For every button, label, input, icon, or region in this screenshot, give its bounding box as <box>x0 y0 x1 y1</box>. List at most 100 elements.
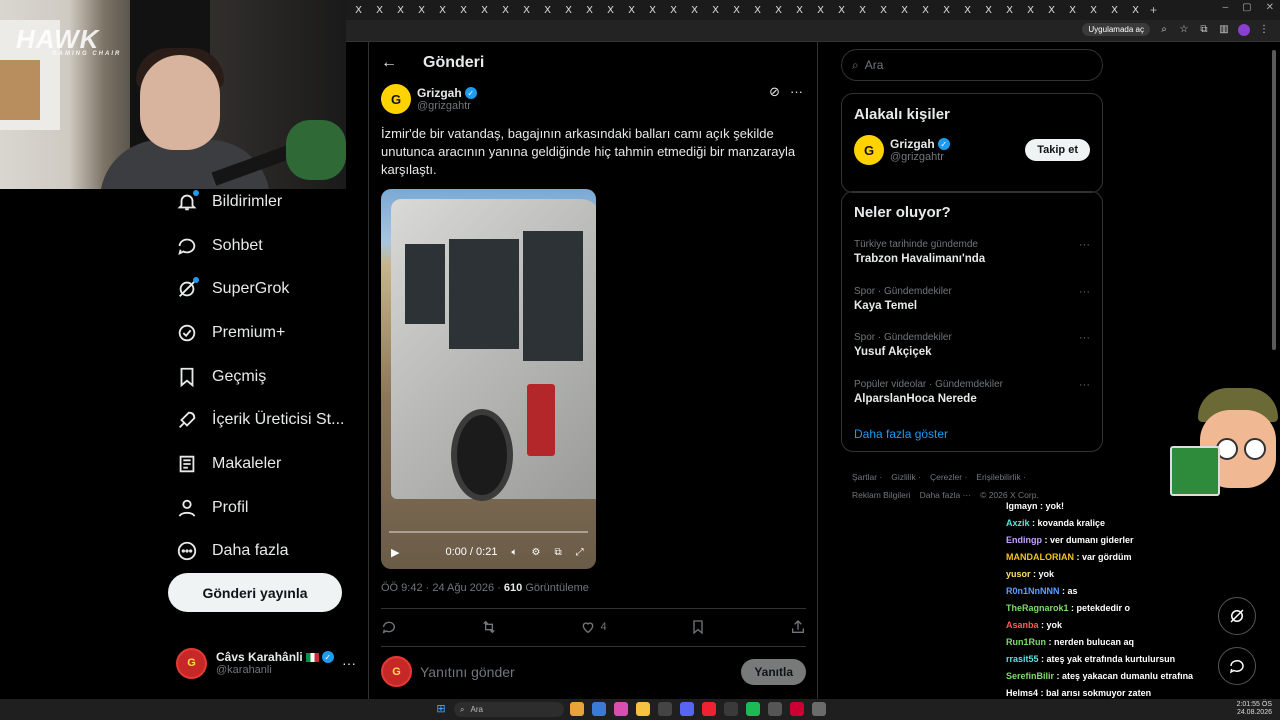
browser-tab[interactable]: X <box>957 2 978 18</box>
browser-tab[interactable]: X <box>1020 2 1041 18</box>
more-icon[interactable]: ··· <box>342 655 356 671</box>
nav-item[interactable]: Sohbet <box>168 224 358 268</box>
browser-tab[interactable]: X <box>1083 2 1104 18</box>
footer-link[interactable]: Daha fazla ··· <box>920 490 972 500</box>
browser-tab[interactable]: X <box>747 2 768 18</box>
chrome-icon[interactable] <box>570 702 584 716</box>
reply-action[interactable] <box>381 619 397 635</box>
trend-item[interactable]: Popüler videolar · Gündemdekiler Alparsla… <box>842 371 1102 418</box>
author-avatar[interactable]: G <box>381 84 411 114</box>
app-icon[interactable] <box>702 702 716 716</box>
menu-icon[interactable]: ⋮ <box>1258 24 1270 36</box>
post-button[interactable]: Gönderi yayınla <box>168 573 342 612</box>
browser-tab[interactable]: X <box>348 2 369 18</box>
follow-button[interactable]: Takip et <box>1025 139 1090 161</box>
explorer-icon[interactable] <box>636 702 650 716</box>
chat-username[interactable]: R0n1NnNNN <box>1006 586 1060 596</box>
browser-tab[interactable]: X <box>705 2 726 18</box>
app-icon[interactable] <box>614 702 628 716</box>
browser-tab[interactable]: X <box>831 2 852 18</box>
minimize-icon[interactable]: – <box>1223 2 1229 13</box>
browser-tab[interactable]: X <box>852 2 873 18</box>
browser-tab[interactable]: X <box>873 2 894 18</box>
page-scrollbar[interactable] <box>1272 50 1276 350</box>
reply-button[interactable]: Yanıtla <box>741 658 806 685</box>
author-name[interactable]: Grizgah <box>417 86 462 100</box>
chat-username[interactable]: yusor <box>1006 569 1031 579</box>
open-in-app-pill[interactable]: Uygulamada aç <box>1082 23 1150 36</box>
browser-tab[interactable]: X <box>1062 2 1083 18</box>
more-icon[interactable]: ··· <box>790 84 803 100</box>
chat-username[interactable]: MANDALORIAN <box>1006 552 1074 562</box>
footer-link[interactable]: Erişilebilirlik · <box>976 472 1026 482</box>
nav-item[interactable]: Geçmiş <box>168 355 358 399</box>
browser-tab[interactable]: X <box>453 2 474 18</box>
browser-tab[interactable]: X <box>726 2 747 18</box>
chat-username[interactable]: SerefinBilir <box>1006 671 1054 681</box>
browser-tab[interactable]: X <box>684 2 705 18</box>
app-icon[interactable] <box>658 702 672 716</box>
taskbar-search[interactable]: ⌕ Ara <box>454 702 564 717</box>
chat-username[interactable]: rrasit55 <box>1006 654 1039 664</box>
repost-action[interactable] <box>481 619 497 635</box>
browser-tab[interactable]: X <box>600 2 621 18</box>
back-arrow-icon[interactable]: ← <box>381 54 411 72</box>
nav-item[interactable]: Daha fazla <box>168 530 358 574</box>
new-tab-icon[interactable]: + <box>1150 3 1157 17</box>
browser-tab[interactable]: X <box>432 2 453 18</box>
more-icon[interactable]: ··· <box>1079 286 1090 298</box>
post-author[interactable]: G Grizgah ✓ @grizgahtr <box>381 84 477 114</box>
chat-username[interactable]: Run1Run <box>1006 637 1046 647</box>
messages-floating-button[interactable] <box>1218 647 1256 685</box>
chat-username[interactable]: TheRagnarok1 <box>1006 603 1069 613</box>
extensions-icon[interactable]: ⧉ <box>1198 24 1210 36</box>
chat-username[interactable]: lgmayn <box>1006 501 1038 511</box>
browser-tab[interactable]: X <box>936 2 957 18</box>
footer-link[interactable]: Gizlilik · <box>891 472 921 482</box>
trend-item[interactable]: Türkiye tarihinde gündemde Trabzon Havali… <box>842 231 1102 278</box>
browser-tab[interactable]: X <box>558 2 579 18</box>
profile-avatar-icon[interactable] <box>1238 23 1250 36</box>
app-icon[interactable] <box>790 702 804 716</box>
app-icon[interactable] <box>812 702 826 716</box>
browser-tab[interactable]: X <box>768 2 789 18</box>
footer-link[interactable]: Şartlar · <box>852 472 882 482</box>
browser-tab[interactable]: X <box>621 2 642 18</box>
picture-in-picture-icon[interactable]: ⧉ <box>554 547 561 558</box>
browser-tab[interactable]: X <box>663 2 684 18</box>
browser-tab[interactable]: X <box>474 2 495 18</box>
more-icon[interactable]: ··· <box>1079 332 1090 344</box>
edge-icon[interactable] <box>592 702 606 716</box>
browser-tab[interactable]: X <box>915 2 936 18</box>
related-avatar[interactable]: G <box>854 135 884 165</box>
show-more-link[interactable]: Daha fazla göster <box>842 417 1102 441</box>
chat-username[interactable]: Asanba <box>1006 620 1039 630</box>
grok-floating-button[interactable] <box>1218 597 1256 635</box>
browser-tab[interactable]: X <box>789 2 810 18</box>
nav-item[interactable]: SuperGrok <box>168 267 358 311</box>
star-icon[interactable]: ☆ <box>1178 24 1190 36</box>
reply-input[interactable]: Yanıtını gönder <box>420 664 515 680</box>
like-action[interactable]: 4 <box>580 619 607 635</box>
footer-link[interactable]: Reklam Bilgileri <box>852 490 911 500</box>
chat-username[interactable]: Endingp <box>1006 535 1042 545</box>
browser-tab[interactable]: X <box>810 2 831 18</box>
browser-tab[interactable]: X <box>894 2 915 18</box>
obs-icon[interactable] <box>724 702 738 716</box>
browser-tab[interactable]: X <box>411 2 432 18</box>
browser-tab[interactable]: X <box>1104 2 1125 18</box>
nav-item[interactable]: Makaleler <box>168 442 358 486</box>
browser-tab[interactable]: X <box>1125 2 1146 18</box>
browser-tab[interactable]: X <box>999 2 1020 18</box>
fullscreen-icon[interactable]: ⤢ <box>576 547 584 558</box>
related-name[interactable]: Grizgah <box>890 137 935 151</box>
more-icon[interactable]: ··· <box>1079 239 1090 251</box>
post-video[interactable]: ▶ 0:00 / 0:21 🔈︎ ⚙︎ ⧉ ⤢ <box>381 189 596 569</box>
browser-tab[interactable]: X <box>516 2 537 18</box>
share-action[interactable] <box>790 619 806 635</box>
settings-icon[interactable]: ⚙︎ <box>531 547 540 558</box>
footer-link[interactable]: Çerezler · <box>930 472 967 482</box>
trend-item[interactable]: Spor · Gündemdekiler Yusuf Akçiçek ··· <box>842 324 1102 371</box>
app-icon[interactable] <box>768 702 782 716</box>
grok-icon[interactable]: ⊘ <box>769 84 780 100</box>
